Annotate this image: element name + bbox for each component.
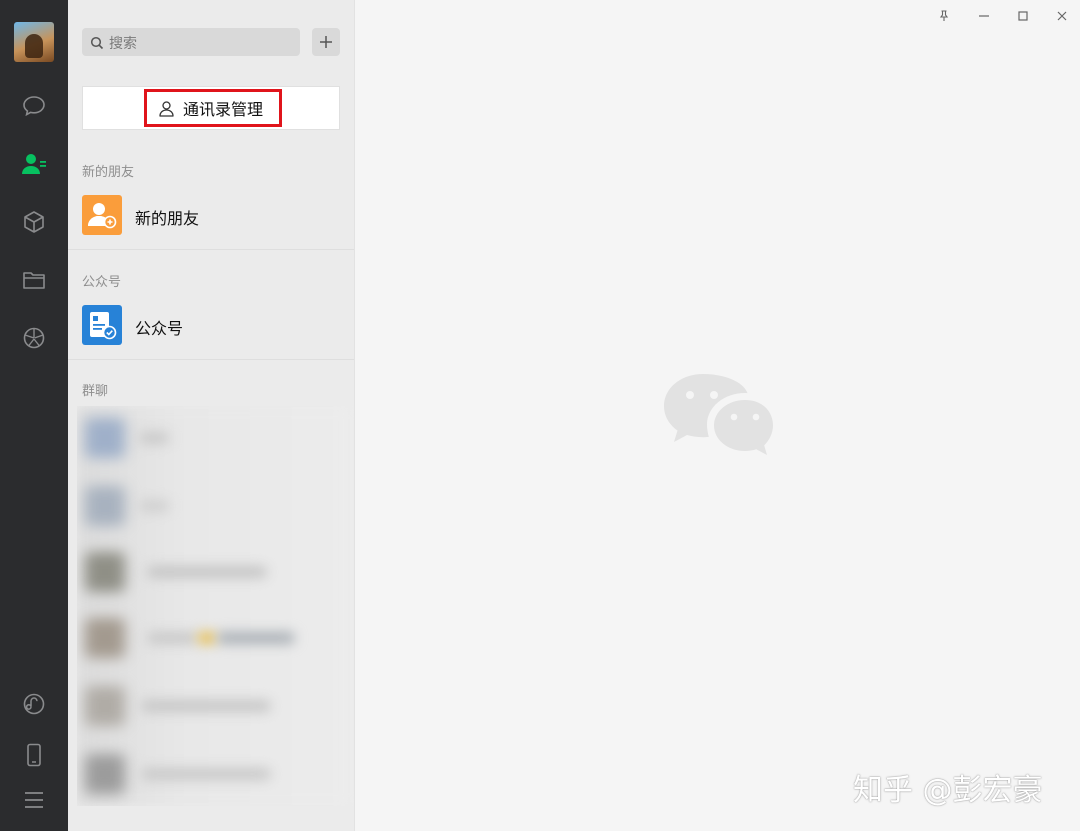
- list-item-new-friends[interactable]: 新的朋友: [68, 190, 354, 240]
- minimize-icon[interactable]: [976, 8, 992, 24]
- group-chat-list-blurred: [77, 406, 354, 806]
- list-item-official-accounts[interactable]: 公众号: [68, 300, 354, 350]
- highlight-box: 通讯录管理: [144, 89, 282, 127]
- search-placeholder: 搜索: [109, 36, 137, 52]
- list-item[interactable]: [77, 608, 354, 668]
- section-title-official-accounts: 公众号: [82, 275, 122, 290]
- search-icon: [90, 35, 104, 54]
- list-item-label: 新的朋友: [135, 209, 200, 228]
- person-outline-icon: [158, 100, 175, 117]
- user-avatar[interactable]: [14, 22, 54, 62]
- list-item[interactable]: [77, 676, 354, 736]
- plus-icon: [320, 36, 332, 48]
- section-title-group-chats: 群聊: [82, 384, 109, 399]
- wechat-logo-icon: [663, 370, 773, 466]
- new-friend-icon: [82, 195, 122, 235]
- official-account-icon: [82, 305, 122, 345]
- moments-icon[interactable]: [14, 318, 54, 358]
- manage-button-label: 通讯录管理: [183, 100, 264, 119]
- mini-program-icon[interactable]: [14, 684, 54, 724]
- phone-icon[interactable]: [14, 735, 54, 775]
- search-input[interactable]: 搜索: [82, 28, 300, 56]
- cube-icon[interactable]: [14, 202, 54, 242]
- add-button[interactable]: [312, 28, 340, 56]
- maximize-icon[interactable]: [1015, 8, 1031, 24]
- divider: [68, 249, 354, 250]
- list-item-label: 公众号: [135, 319, 184, 338]
- pin-icon[interactable]: [936, 8, 952, 24]
- watermark-text: 知乎 @彭宏豪: [853, 773, 1043, 808]
- list-item[interactable]: [77, 542, 354, 602]
- list-item[interactable]: [77, 408, 354, 468]
- list-item[interactable]: [77, 476, 354, 536]
- contact-list-panel: 搜索 通讯录管理 新的朋友 新的朋友 公众号 公众号 群聊: [68, 0, 355, 831]
- list-item[interactable]: [77, 744, 354, 804]
- contacts-manage-button[interactable]: 通讯录管理: [82, 86, 340, 130]
- close-icon[interactable]: [1054, 8, 1070, 24]
- folder-icon[interactable]: [14, 260, 54, 300]
- chat-main-area: 知乎 @彭宏豪: [355, 0, 1080, 831]
- navigation-rail: [0, 0, 68, 831]
- chat-bubble-icon[interactable]: [14, 86, 54, 126]
- contacts-icon[interactable]: [14, 144, 54, 184]
- menu-icon[interactable]: [14, 780, 54, 820]
- section-title-new-friends: 新的朋友: [82, 165, 135, 180]
- divider: [68, 359, 354, 360]
